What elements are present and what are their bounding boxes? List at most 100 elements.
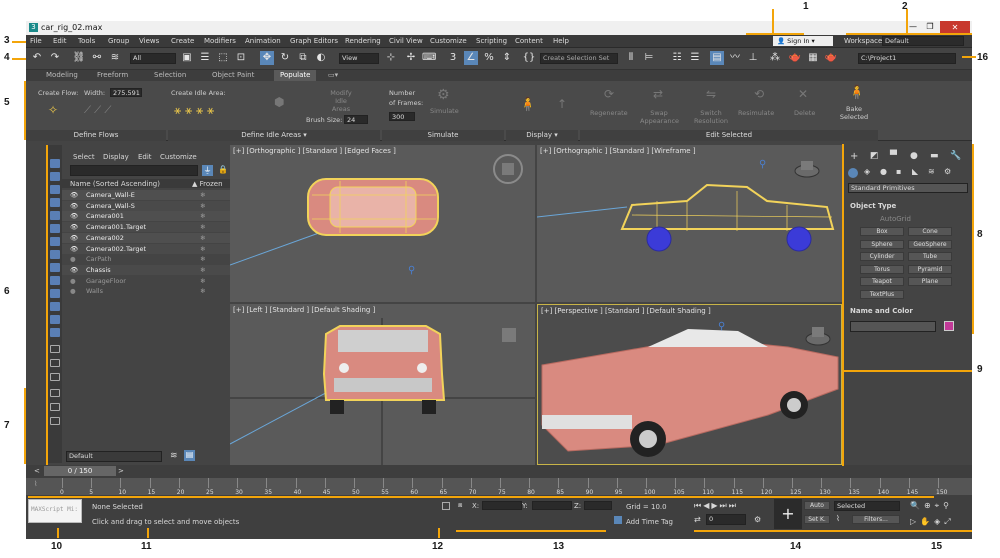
key-tangent-icon[interactable]: ⌇ — [836, 514, 840, 523]
display-shapes-icon[interactable] — [50, 198, 60, 207]
visibility-icon[interactable]: ● — [70, 276, 76, 286]
percent-snap-icon[interactable]: % — [482, 51, 496, 65]
utilities-tab-icon[interactable]: 🔧 — [950, 151, 961, 161]
edit-named-sets-icon[interactable]: {} — [522, 51, 536, 65]
menu-views[interactable]: Views — [139, 37, 159, 45]
time-tag-icon[interactable] — [614, 516, 622, 524]
freeze-icon[interactable]: ❄ — [200, 190, 205, 200]
placement-icon[interactable]: ◐ — [314, 51, 328, 65]
object-color-swatch[interactable] — [944, 321, 954, 331]
layer-explorer-icon[interactable]: ☰ — [688, 51, 702, 65]
visibility-icon[interactable]: 👁 — [70, 233, 78, 243]
tab-selection[interactable]: Selection — [154, 71, 186, 79]
explorer-menu-customize[interactable]: Customize — [160, 153, 197, 161]
table-row[interactable]: 👁 Camera_Wall-S ❄ — [62, 200, 230, 211]
hierarchy-tab-icon[interactable]: ▀ — [890, 151, 897, 161]
display-geometry-icon[interactable] — [50, 185, 60, 194]
bake-selected-button[interactable]: Bake Selected — [836, 105, 872, 121]
align-icon[interactable]: ⊨ — [642, 51, 656, 65]
visibility-icon[interactable]: ● — [70, 254, 76, 264]
explorer-menu-display[interactable]: Display — [103, 153, 129, 161]
redo-icon[interactable]: ↷ — [48, 51, 62, 65]
reference-coord-dropdown[interactable]: View — [339, 53, 379, 64]
viewport-left-shaded[interactable]: [+] [Left ] [Standard ] [Default Shading… — [230, 304, 535, 465]
ribbon-options-icon[interactable]: ▭▾ — [328, 71, 338, 79]
menu-animation[interactable]: Animation — [245, 37, 281, 45]
render-production-icon[interactable]: 🫖 — [824, 51, 838, 65]
object-type-button[interactable]: Teapot — [860, 277, 904, 286]
layer-dropdown[interactable]: Default — [66, 451, 162, 462]
freeze-icon[interactable]: ❄ — [200, 233, 205, 243]
object-type-button[interactable]: Plane — [908, 277, 952, 286]
workspaces-dropdown[interactable]: Default — [882, 36, 964, 46]
object-type-button[interactable]: Tube — [908, 252, 952, 261]
delete-icon[interactable]: ✕ — [798, 87, 808, 101]
display-none-icon[interactable] — [50, 159, 60, 168]
helpers-icon[interactable]: ◣ — [912, 167, 918, 176]
display-influences-icon[interactable] — [50, 359, 60, 367]
current-frame-field[interactable]: 0 — [706, 514, 746, 525]
display-spacewarps-icon[interactable] — [50, 250, 60, 259]
display-bones-icon[interactable] — [50, 289, 60, 298]
viewport-orthographic-wireframe[interactable]: [+] [Orthographic ] [Standard ] [Wirefra… — [537, 145, 842, 302]
display-option-icon[interactable]: ↑ — [557, 97, 567, 111]
panel-display[interactable]: Display ▾ — [506, 130, 578, 141]
tab-modeling[interactable]: Modeling — [46, 71, 78, 79]
viewport-perspective[interactable]: [+] [Perspective ] [Standard ] [Default … — [537, 304, 842, 465]
named-selection-sets-dropdown[interactable]: Create Selection Set — [540, 53, 618, 64]
rect-selection-icon[interactable]: ⬚ — [216, 51, 230, 65]
mini-curve-editor-icon[interactable]: ⌇ — [34, 480, 37, 488]
visibility-icon[interactable]: 👁 — [70, 190, 78, 200]
menu-scripting[interactable]: Scripting — [476, 37, 507, 45]
switch-resolution-icon[interactable]: ⇋ — [706, 87, 716, 101]
display-helpers-icon[interactable] — [50, 237, 60, 246]
selection-lock-icon[interactable] — [442, 502, 450, 510]
idle-area-tools-icon[interactable]: ⚹ ⚹ ⚹ ⚹ — [174, 103, 214, 118]
selection-filter-dropdown[interactable]: All — [130, 53, 176, 64]
swap-appearance-icon[interactable]: ⇄ — [653, 87, 663, 101]
rendered-frame-window-icon[interactable]: ▦ — [806, 51, 820, 65]
undo-icon[interactable]: ↶ — [30, 51, 44, 65]
simulate-button[interactable]: Simulate — [430, 107, 459, 115]
freeze-icon[interactable]: ❄ — [200, 276, 205, 286]
display-character-icon[interactable]: 🧍 — [519, 97, 536, 113]
table-row[interactable]: 👁 Camera002 ❄ — [62, 232, 230, 243]
key-mode-icon[interactable]: ⇄ — [694, 515, 701, 524]
absolute-mode-icon[interactable]: ⧈ — [458, 501, 462, 510]
playback-controls-icon[interactable]: ⏮◀▶⏭⏭ — [694, 501, 738, 511]
minimize-button[interactable]: — — [906, 22, 920, 31]
systems-icon[interactable]: ⚙ — [944, 167, 951, 176]
filter-toggle-icon[interactable]: ⏚ — [202, 165, 213, 176]
lock-icon[interactable]: 🔒 — [218, 165, 228, 174]
panel-define-idle-areas[interactable]: Define Idle Areas ▾ — [168, 130, 380, 141]
menu-tools[interactable]: Tools — [78, 37, 95, 45]
key-filters-button[interactable]: Filters... — [852, 515, 900, 524]
visibility-icon[interactable]: 👁 — [70, 201, 78, 211]
unlink-icon[interactable]: ⚯ — [90, 51, 104, 65]
viewport-nav-icons-2[interactable]: ▷✋◈⤢ — [910, 517, 955, 527]
geometry-icon[interactable] — [848, 168, 858, 178]
object-type-button[interactable]: Sphere — [860, 239, 904, 249]
primitive-type-dropdown[interactable]: Standard Primitives — [848, 183, 968, 193]
menu-group[interactable]: Group — [108, 37, 129, 45]
resimulate-icon[interactable]: ⟲ — [754, 87, 764, 101]
visibility-icon[interactable]: 👁 — [70, 211, 78, 221]
freeze-icon[interactable]: ❄ — [200, 286, 205, 296]
x-field[interactable] — [482, 501, 522, 510]
select-move-icon[interactable]: ✥ — [260, 51, 274, 65]
frames-spinner[interactable]: 300 — [389, 112, 415, 121]
angle-snap-icon[interactable]: ∠ — [464, 51, 478, 65]
explorer-menu-select[interactable]: Select — [73, 153, 95, 161]
object-type-button[interactable]: Cylinder — [860, 252, 904, 261]
curve-editor-icon[interactable]: 〰 — [728, 51, 742, 65]
freeze-icon[interactable]: ❄ — [200, 265, 205, 275]
scene-explorer-toggle-icon[interactable]: ☷ — [670, 51, 684, 65]
object-name-field[interactable] — [850, 321, 936, 332]
freeze-icon[interactable]: ❄ — [200, 211, 205, 221]
regenerate-button[interactable]: Regenerate — [590, 109, 628, 117]
cameras-icon[interactable]: ▪ — [896, 167, 901, 176]
ribbon-toggle-icon[interactable]: ▤ — [710, 51, 724, 65]
display-dependents-icon[interactable] — [50, 373, 60, 381]
sign-in-button[interactable]: 👤 Sign In ▾ — [773, 36, 833, 46]
track-bar[interactable]: ⌇ 0 5 10 15 20 25 30 35 40 45 50 55 60 65 70 75 80 85 90 95… — [26, 478, 972, 496]
